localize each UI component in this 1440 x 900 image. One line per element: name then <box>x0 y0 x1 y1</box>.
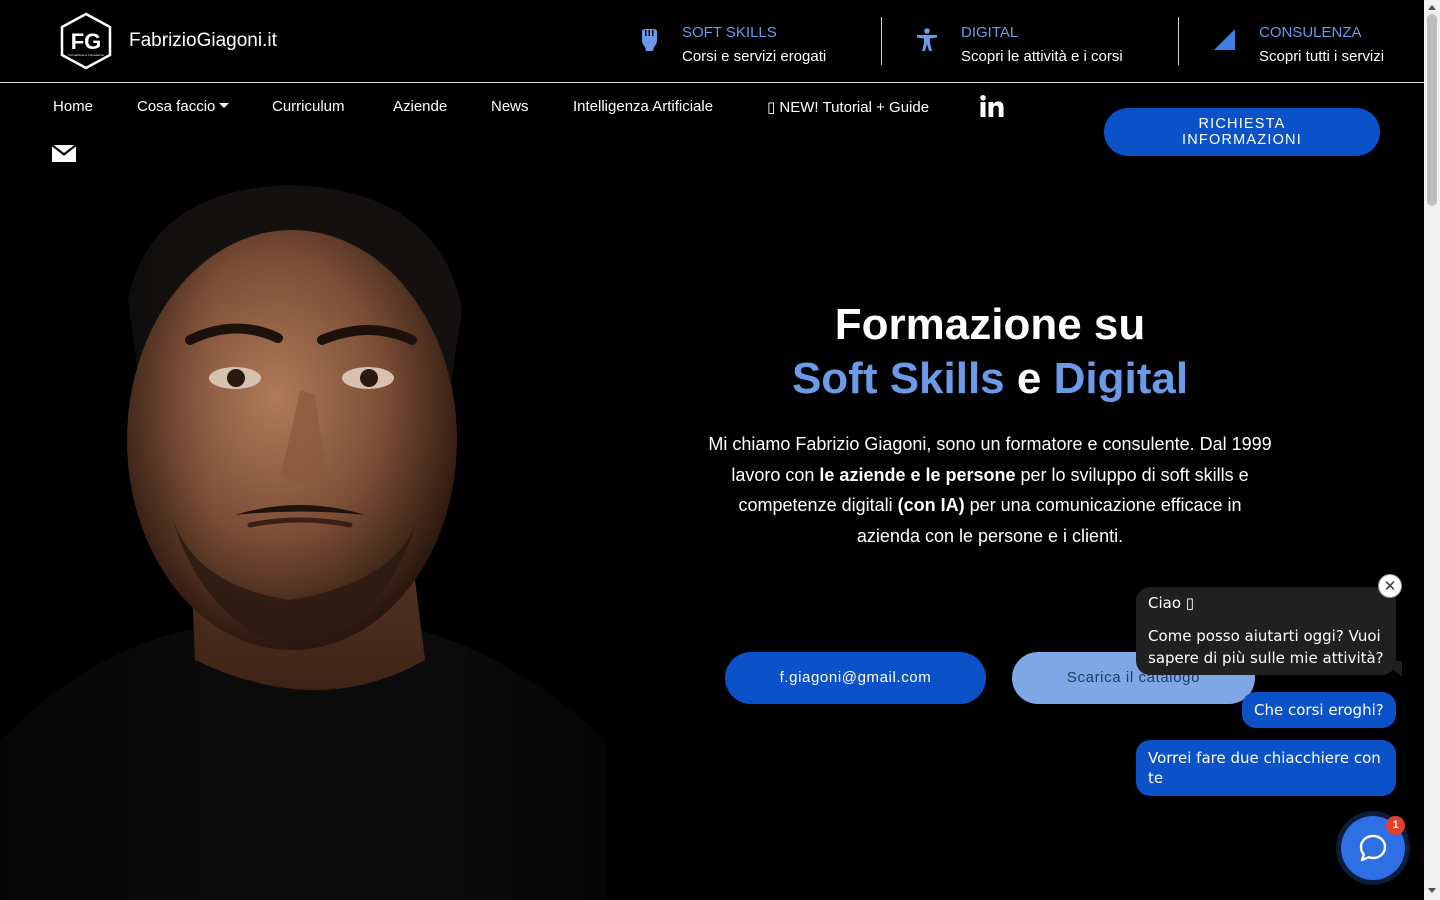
fg-logo-icon: FG Formazione e Consulenza <box>60 12 112 70</box>
feature-soft-skills[interactable]: SOFT SKILLS Corsi e servizi erogati <box>638 20 848 70</box>
nav-aziende[interactable]: Aziende <box>393 98 447 115</box>
quick-reply-corsi[interactable]: Che corsi eroghi? <box>1242 692 1396 728</box>
caret-down-icon <box>219 103 230 108</box>
hero-title-line2: Soft Skills e Digital <box>700 352 1280 406</box>
nav-home[interactable]: Home <box>53 98 93 115</box>
close-icon[interactable]: ✕ <box>1378 574 1402 598</box>
nav-curriculum[interactable]: Curriculum <box>272 98 345 115</box>
divider <box>881 17 882 65</box>
nav-news[interactable]: News <box>491 98 529 115</box>
hand-icon <box>642 29 657 51</box>
nav-intelligenza-artificiale[interactable]: Intelligenza Artificiale <box>573 98 713 115</box>
feature-title: DIGITAL <box>961 24 1019 41</box>
page-scrollbar[interactable] <box>1424 0 1440 900</box>
scrollbar-thumb[interactable] <box>1427 14 1437 206</box>
chat-welcome-bubble: Ciao ▯ Come posso aiutarti oggi? Vuoi sa… <box>1136 587 1396 675</box>
hero-title-line1: Formazione su <box>834 300 1146 349</box>
portrait-photo <box>0 180 606 900</box>
quick-reply-chiacchiere[interactable]: Vorrei fare due chiacchiere con te <box>1136 740 1396 796</box>
cta-line2: INFORMAZIONI <box>1182 132 1302 148</box>
brand-name[interactable]: FabrizioGiagoni.it <box>129 30 277 52</box>
linkedin-icon[interactable] <box>980 95 1004 117</box>
brand[interactable]: FG Formazione e Consulenza FabrizioGiago… <box>60 12 277 70</box>
feature-title: SOFT SKILLS <box>682 24 777 41</box>
divider <box>1178 17 1179 65</box>
chat-message: Come posso aiutarti oggi? Vuoi sapere di… <box>1148 627 1384 667</box>
nav-cosa-faccio-label: Cosa faccio <box>137 98 216 115</box>
chat-bubble-icon <box>1359 834 1387 862</box>
email-button[interactable]: f.giagoni@gmail.com <box>725 652 986 704</box>
accent-soft-skills: Soft Skills <box>791 354 1005 403</box>
nav-tutorial[interactable]: ▯ NEW! Tutorial + Guide <box>767 98 929 116</box>
hero-description: Mi chiamo Fabrizio Giagoni, sono un form… <box>708 429 1272 552</box>
triangle-icon <box>1214 29 1235 50</box>
accessibility-icon <box>917 28 937 51</box>
desc-bold2: (con IA) <box>897 495 965 516</box>
richiesta-informazioni-button[interactable]: RICHIESTA INFORMAZIONI <box>1104 108 1380 156</box>
feature-consulenza[interactable]: CONSULENZA Scopri tutti i servizi <box>1213 20 1413 70</box>
feature-subtitle: Scopri le attività e i corsi <box>961 48 1123 65</box>
chat-bubble-tail <box>1384 661 1402 677</box>
mail-icon[interactable] <box>52 145 76 162</box>
feature-subtitle: Scopri tutti i servizi <box>1259 48 1385 65</box>
accent-digital: Digital <box>1053 354 1189 403</box>
feature-subtitle: Corsi e servizi erogati <box>682 48 827 65</box>
desc-bold1: le aziende e le persone <box>819 464 1016 485</box>
cta-line1: RICHIESTA <box>1198 116 1286 132</box>
logo-subtext: Formazione e Consulenza <box>68 53 103 57</box>
title-conj: e <box>1016 354 1042 403</box>
nav-cosa-faccio[interactable]: Cosa faccio <box>137 98 230 115</box>
hero-title: Formazione su Soft Skills e Digital <box>700 298 1280 406</box>
top-header: FG Formazione e Consulenza FabrizioGiago… <box>0 0 1424 83</box>
chat-greeting: Ciao ▯ <box>1148 594 1195 612</box>
scroll-down-arrow-icon[interactable] <box>1428 888 1436 893</box>
scroll-up-arrow-icon[interactable] <box>1428 5 1436 10</box>
feature-digital[interactable]: DIGITAL Scopri le attività e i corsi <box>916 20 1146 70</box>
logo-text: FG <box>71 29 102 54</box>
feature-title: CONSULENZA <box>1259 24 1362 41</box>
notification-badge: 1 <box>1386 816 1405 835</box>
